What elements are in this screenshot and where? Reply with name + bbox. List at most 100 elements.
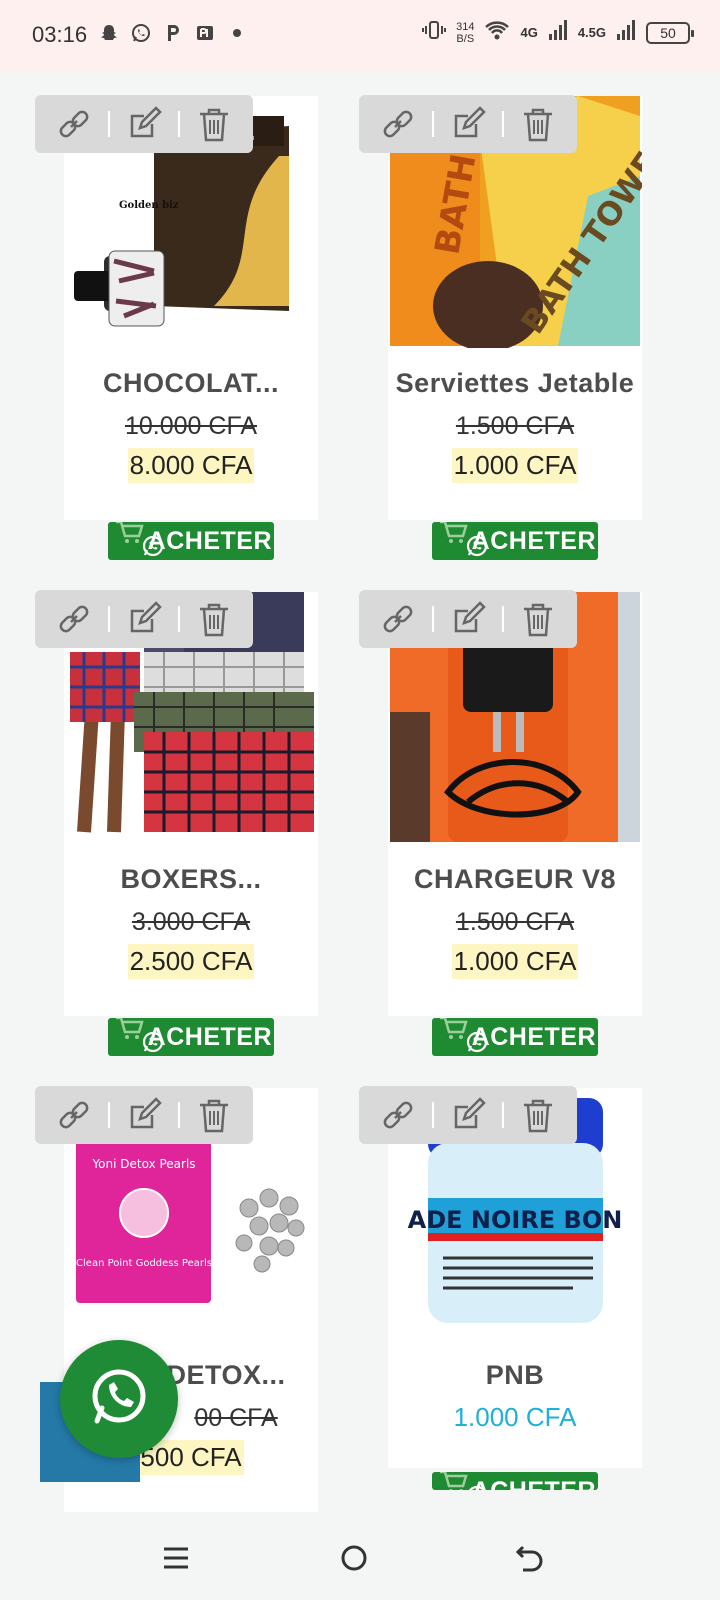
- edit-icon[interactable]: [448, 104, 488, 144]
- trash-icon[interactable]: [518, 599, 558, 639]
- buy-label: ACHETER: [471, 1023, 596, 1051]
- product-toolbar: [359, 1086, 577, 1144]
- cart-icon: [438, 1472, 468, 1490]
- separator: [502, 1102, 504, 1128]
- trash-icon[interactable]: [194, 104, 234, 144]
- separator: [432, 111, 434, 137]
- product-toolbar: [35, 590, 253, 648]
- old-price: 1.500 CFA: [455, 908, 575, 936]
- whatsapp-icon: [142, 1026, 164, 1056]
- buy-label: ACHETER: [147, 1023, 272, 1051]
- link-icon[interactable]: [54, 1095, 94, 1135]
- product-toolbar: [359, 590, 577, 648]
- whatsapp-icon: [87, 1365, 151, 1434]
- separator: [178, 111, 180, 137]
- separator: [108, 606, 110, 632]
- net-speed: 314 B/S: [456, 20, 475, 45]
- buy-label: ACHETER: [471, 527, 596, 555]
- network-1: 4G: [520, 25, 538, 40]
- brand-text: Golden biz: [119, 200, 179, 211]
- status-bar: 03:16 314 B/S 4G 4.5G 50: [0, 0, 720, 72]
- whatsapp-icon: [466, 530, 488, 560]
- pr-icon: [194, 22, 216, 44]
- pack-subtext: Clean Point Goddess Pearls: [76, 1258, 212, 1269]
- cart-icon: [438, 1018, 468, 1052]
- whatsapp-icon: [466, 1480, 488, 1490]
- separator: [108, 1102, 110, 1128]
- p-icon: [162, 22, 184, 44]
- trash-icon[interactable]: [194, 599, 234, 639]
- cart-icon: [114, 1018, 144, 1052]
- whatsapp-fab[interactable]: [60, 1340, 178, 1458]
- product-card[interactable]: BATH TOWEL BATH TOWEL Serviettes Jetable…: [388, 96, 642, 520]
- trash-icon[interactable]: [194, 1095, 234, 1135]
- whatsapp-icon: [466, 1026, 488, 1056]
- dot-icon: [226, 22, 248, 44]
- pack-text: Yoni Detox Pearls: [91, 1157, 195, 1171]
- product-toolbar: [35, 1086, 253, 1144]
- link-icon[interactable]: [54, 104, 94, 144]
- buy-label: ACHETER: [147, 527, 272, 555]
- link-icon[interactable]: [54, 599, 94, 639]
- jar-text: ADE NOIRE BON: [408, 1206, 623, 1234]
- separator: [432, 1102, 434, 1128]
- network-2: 4.5G: [577, 25, 606, 40]
- old-price: 3.000 CFA: [131, 908, 251, 936]
- buy-button[interactable]: ACHETER: [432, 1018, 598, 1056]
- cart-icon: [438, 522, 468, 556]
- edit-icon[interactable]: [448, 1095, 488, 1135]
- edit-icon[interactable]: [124, 599, 164, 639]
- menu-icon[interactable]: [158, 1540, 194, 1576]
- whatsapp-icon: [130, 22, 152, 44]
- price: 1.000 CFA: [453, 1402, 577, 1432]
- edit-icon[interactable]: [124, 1095, 164, 1135]
- product-name[interactable]: BOXERS...: [64, 864, 318, 895]
- separator: [432, 606, 434, 632]
- separator: [502, 606, 504, 632]
- product-card[interactable]: Golden biz CHOCOLAT... 10.000 CFA 8.000 …: [64, 96, 318, 520]
- product-card[interactable]: CHARGEUR V8 1.500 CFA 1.000 CFA: [388, 592, 642, 1016]
- product-name[interactable]: PNB: [388, 1360, 642, 1391]
- separator: [178, 606, 180, 632]
- vibrate-icon: [422, 18, 447, 47]
- signal-icon-1: [548, 19, 568, 46]
- signal-icon-2: [616, 19, 636, 46]
- battery-indicator: 50: [646, 21, 694, 44]
- notification-icons: [98, 22, 248, 44]
- separator: [178, 1102, 180, 1128]
- back-icon[interactable]: [512, 1540, 548, 1576]
- product-card[interactable]: BOXERS... 3.000 CFA 2.500 CFA: [64, 592, 318, 1016]
- status-right: 314 B/S 4G 4.5G 50: [422, 18, 694, 47]
- edit-icon[interactable]: [448, 599, 488, 639]
- new-price: 2.500 CFA: [127, 944, 255, 979]
- product-toolbar: [35, 95, 253, 153]
- separator: [108, 111, 110, 137]
- link-icon[interactable]: [378, 104, 418, 144]
- new-price: 1.000 CFA: [451, 944, 579, 979]
- whatsapp-icon: [142, 530, 164, 560]
- snapchat-icon: [98, 22, 120, 44]
- buy-button[interactable]: ACHETER: [108, 1018, 274, 1056]
- status-time: 03:16: [32, 22, 88, 47]
- edit-icon[interactable]: [124, 104, 164, 144]
- separator: [502, 111, 504, 137]
- buy-button[interactable]: ACHETER: [432, 1472, 598, 1490]
- product-card[interactable]: ADE NOIRE BON PNB 1.000 CFA: [388, 1088, 642, 1468]
- link-icon[interactable]: [378, 599, 418, 639]
- trash-icon[interactable]: [518, 1095, 558, 1135]
- home-icon[interactable]: [336, 1540, 372, 1576]
- buy-label: ACHETER: [472, 1477, 596, 1490]
- buy-button[interactable]: ACHETER: [432, 522, 598, 560]
- buy-button[interactable]: ACHETER: [108, 522, 274, 560]
- product-name[interactable]: Serviettes Jetable: [388, 368, 642, 399]
- old-price: 10.000 CFA: [124, 412, 258, 440]
- product-name[interactable]: CHOCOLAT...: [64, 368, 318, 399]
- new-price: 8.000 CFA: [127, 448, 255, 483]
- old-price: 1.500 CFA: [455, 412, 575, 440]
- system-nav-bar: [0, 1512, 720, 1600]
- trash-icon[interactable]: [518, 104, 558, 144]
- product-toolbar: [359, 95, 577, 153]
- new-price: 1.000 CFA: [451, 448, 579, 483]
- product-name[interactable]: CHARGEUR V8: [388, 864, 642, 895]
- link-icon[interactable]: [378, 1095, 418, 1135]
